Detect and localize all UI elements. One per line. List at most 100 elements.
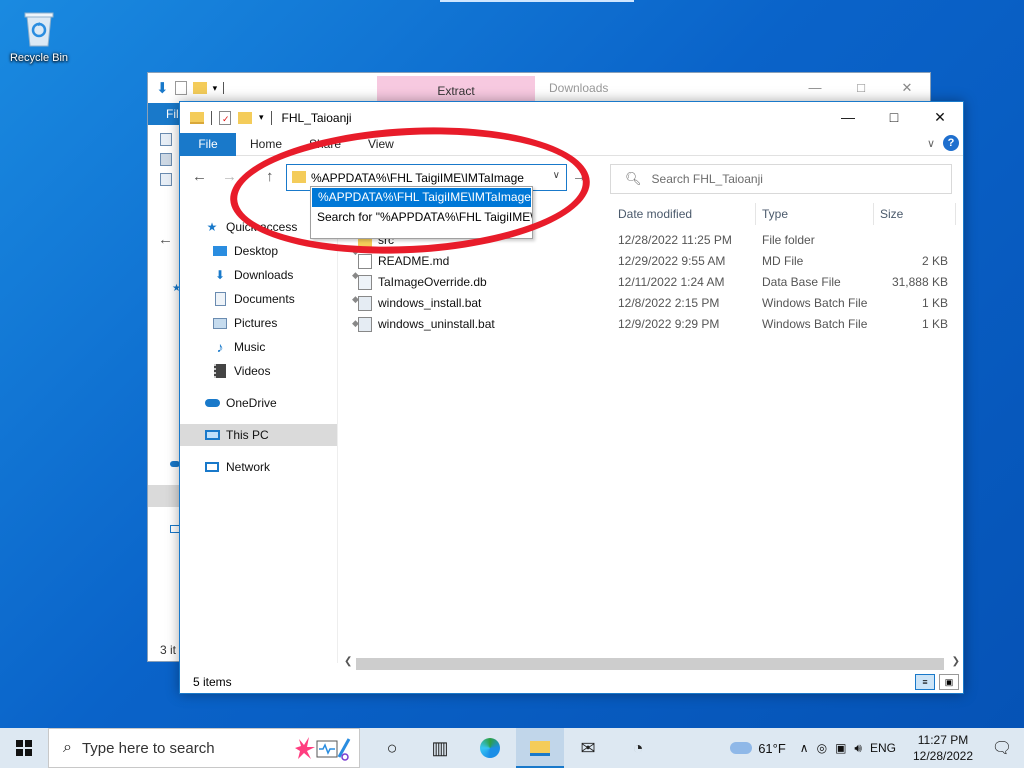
nav-onedrive[interactable]: OneDrive [204,392,277,414]
network-icon[interactable]: ▣ [835,741,846,755]
properties-icon[interactable]: ✓ [219,110,231,125]
taskbar-search-input[interactable]: Type here to search [82,740,215,757]
download-arrow-icon[interactable]: ⬇ [156,79,169,97]
back-file-tab[interactable]: Fil [148,103,180,125]
minimize-button[interactable]: — [825,102,871,133]
back-nav-arrow-icon[interactable]: ← [158,231,173,248]
minimize-button[interactable]: — [792,73,838,103]
tab-home[interactable]: Home [250,133,282,156]
database-file-icon [358,275,372,290]
up-arrow-icon[interactable]: ↑ [266,168,274,185]
maximize-button[interactable]: □ [871,102,917,133]
nav-onedrive-label: OneDrive [226,396,277,410]
tab-view[interactable]: View [368,133,394,156]
star-icon: ★ [206,220,218,234]
file-size: 2 KB [921,254,948,268]
photos-icon[interactable]: ◔ [614,728,662,768]
show-hidden-icons-chevron-icon[interactable]: ∧ [800,741,809,755]
screen-top-highlight [440,0,634,2]
tab-share[interactable]: Share [309,133,341,156]
windows-logo-icon [16,740,32,756]
address-dropdown-icon[interactable]: ∨ [553,170,560,181]
nav-videos[interactable]: Videos [212,360,270,382]
videos-icon [212,363,228,379]
column-size[interactable]: Size [874,203,956,225]
search-input[interactable]: Search FHL_Taioanji [652,172,763,186]
nav-downloads[interactable]: ⬇ Downloads ◆ [212,264,359,286]
forward-arrow-icon[interactable]: → [222,168,237,185]
file-type: Data Base File [762,275,841,289]
file-size: 31,888 KB [891,275,948,289]
search-icon: 🔍︎ [625,171,642,186]
file-name: windows_install.bat [378,296,482,310]
scroll-left-icon[interactable]: ❮ [344,656,352,667]
folder-icon[interactable] [190,111,204,124]
taskbar: ⌕ Type here to search ○ ▥ ✉ ◔ 61°F ∧ ◎ ▣… [0,728,1024,768]
suggestion-search-item[interactable]: Search for "%APPDATA%\FHL TaigiIME\I [311,208,532,227]
file-row-taimageoverride[interactable]: TaImageOverride.db 12/11/2022 1:24 AM Da… [340,272,964,293]
new-folder-icon[interactable] [238,111,252,124]
search-box[interactable]: 🔍︎ Search FHL_Taioanji [610,164,952,194]
weather-icon[interactable] [730,742,753,754]
nav-this-pc[interactable]: This PC [180,424,337,446]
nav-desktop-label: Desktop [234,244,279,258]
explorer-window[interactable]: ✓ ▾ FHL_Taioanji — □ ✕ File Home Share V… [179,101,964,694]
task-view-icon[interactable]: ▥ [416,728,464,768]
nav-music[interactable]: ♪ Music [212,336,266,358]
recycle-bin-shortcut[interactable]: Recycle Bin [6,8,72,64]
scroll-right-icon[interactable]: ❯ [952,656,960,667]
qat-dropdown-icon[interactable]: ▾ [259,112,264,123]
volume-icon[interactable]: 🔊︎ [854,741,862,756]
clock[interactable]: 11:27 PM 12/28/2022 [906,732,980,764]
recycle-bin-label: Recycle Bin [9,52,69,64]
maximize-button[interactable]: □ [838,73,884,103]
horizontal-scrollbar[interactable]: ❮ ❯ [340,656,964,672]
address-input[interactable]: %APPDATA%\FHL TaigiIME\IMTaImage [311,171,541,185]
nav-music-label: Music [234,340,266,354]
language-indicator[interactable]: ENG [870,741,896,755]
suggestion-item[interactable]: %APPDATA%\FHL TaigiIME\IMTaImage [312,188,531,207]
meet-now-icon[interactable]: ◎ [817,741,827,755]
help-icon[interactable]: ? [943,135,959,151]
nav-documents[interactable]: Documents ◆ [212,288,359,310]
tab-file[interactable]: File [180,133,236,156]
edge-browser-icon[interactable] [466,728,514,768]
file-name: README.md [378,254,450,268]
folder-icon[interactable] [192,82,207,94]
column-type[interactable]: Type [756,203,874,225]
weather-temp[interactable]: 61°F [758,741,786,756]
details-view-icon[interactable]: ≡ [915,674,935,690]
nav-downloads-label: Downloads [234,268,294,282]
notifications-icon[interactable]: 🗨︎ [980,738,1024,758]
properties-icon[interactable] [174,81,187,95]
file-row-readme[interactable]: README.md 12/29/2022 9:55 AM MD File 2 K… [340,251,964,272]
start-button[interactable] [0,728,48,768]
close-button[interactable]: ✕ [917,102,963,133]
file-row-windows-install[interactable]: windows_install.bat 12/8/2022 2:15 PM Wi… [340,293,964,314]
download-icon: ⬇ [214,268,226,282]
large-icons-view-icon[interactable]: ▣ [939,674,959,690]
cortana-icon[interactable]: ○ [368,728,416,768]
quick-access-toolbar: ✓ ▾ [180,102,272,133]
nav-desktop[interactable]: Desktop ◆ [212,240,359,262]
file-row-windows-uninstall[interactable]: windows_uninstall.bat 12/9/2022 9:29 PM … [340,314,964,335]
downloads-titlebar: ⬇ ▾ Extract Downloads — □ ✕ [148,73,930,103]
nav-quick-access[interactable]: ★ Quick access [204,216,298,238]
taskbar-search-box[interactable]: ⌕ Type here to search [48,728,360,768]
ribbon-expand-chevron-icon[interactable]: ∨ [927,137,935,150]
back-status-text: 3 it [160,643,177,657]
column-date-modified[interactable]: Date modified [612,203,756,225]
document-icon [358,254,372,269]
extract-context-tab[interactable]: Extract [377,76,535,103]
nav-pictures[interactable]: Pictures ◆ [212,312,359,334]
scrollbar-thumb[interactable] [356,658,944,670]
close-button[interactable]: ✕ [884,73,930,103]
mail-icon[interactable]: ✉ [564,728,612,768]
go-arrow-icon[interactable]: → [572,168,587,185]
nav-network-label: Network [226,460,271,474]
file-explorer-icon[interactable] [516,728,564,768]
qat-dropdown-icon[interactable]: ▾ [213,83,218,94]
back-arrow-icon[interactable]: ← [192,168,207,185]
file-name: windows_uninstall.bat [378,317,495,331]
nav-network[interactable]: Network [204,456,270,478]
